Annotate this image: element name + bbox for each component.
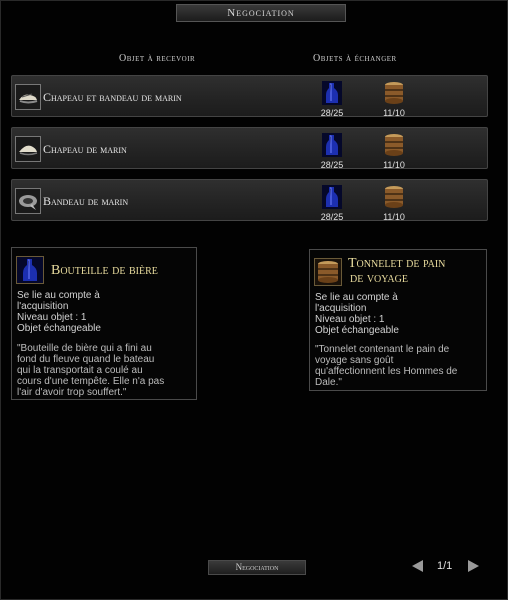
tooltip-description: "Bouteille de bière qui a fini au fond d… — [17, 343, 164, 398]
column-header-receive: Objet à recevoir — [119, 53, 196, 64]
tooltip-description: "Tonnelet contenant le pain de voyage sa… — [315, 344, 457, 388]
row-label: Bandeau de marin — [43, 194, 129, 208]
tooltip-line: l'acquisition — [17, 301, 69, 312]
tooltip-title-line: de voyage — [350, 271, 408, 286]
cost-count: 11/10 — [383, 212, 405, 222]
beer-bottle-icon — [321, 133, 343, 157]
tooltip-line: Se lie au compte à — [315, 292, 398, 303]
tooltip-line: Objet échangeable — [315, 325, 399, 336]
next-page-icon[interactable] — [468, 560, 479, 572]
window-title: Negociation — [176, 4, 346, 22]
cost-slot-bottle[interactable]: 28/25 — [318, 183, 348, 222]
cost-count: 11/10 — [383, 108, 405, 118]
tooltip-desc-line: l'air d'avoir trop souffert." — [17, 387, 127, 398]
previous-page-icon[interactable] — [412, 560, 423, 572]
tooltip-desc-line: fond du fleuve quand le bateau — [17, 354, 155, 365]
tooltip-bread-barrel: Tonnelet de pain de voyage Se lie au com… — [309, 249, 487, 391]
bread-barrel-icon — [383, 185, 405, 209]
cost-slot-barrel[interactable]: 11/10 — [380, 183, 410, 222]
beer-bottle-icon — [321, 185, 343, 209]
cost-count: 28/25 — [320, 160, 344, 170]
cost-slot-barrel[interactable]: 11/10 — [380, 79, 410, 118]
tooltip-line: Se lie au compte à — [17, 290, 100, 301]
column-header-exchange: Objets à échanger — [313, 53, 397, 64]
cost-count: 28/25 — [320, 212, 344, 222]
tooltip-desc-line: voyage sans goût — [315, 355, 394, 366]
beer-bottle-icon — [321, 81, 343, 105]
bandana-icon — [15, 188, 41, 214]
barter-window: Negociation Objet à recevoir Objets à éc… — [0, 0, 508, 600]
sailor-hat-icon — [15, 136, 41, 162]
cost-count: 11/10 — [383, 160, 405, 170]
tooltip-properties: Se lie au compte à l'acquisition Niveau … — [315, 292, 399, 336]
cost-count: 28/25 — [320, 108, 344, 118]
tooltip-properties: Se lie au compte à l'acquisition Niveau … — [17, 290, 101, 334]
tooltip-desc-line: qui la transportait a coulé au — [17, 365, 143, 376]
tooltip-line: Niveau objet : 1 — [315, 314, 385, 325]
cost-slot-barrel[interactable]: 11/10 — [380, 131, 410, 170]
tooltip-line: Niveau objet : 1 — [17, 312, 87, 323]
tooltip-desc-line: "Bouteille de bière qui a fini au — [17, 343, 152, 354]
tooltip-title-line: Tonnelet de pain — [348, 256, 446, 271]
tooltip-desc-line: "Tonnelet contenant le pain de — [315, 344, 450, 355]
tooltip-desc-line: qu'affectionnent les Hommes de — [315, 366, 458, 377]
barter-row-hat-and-bandana[interactable]: Chapeau et bandeau de marin 28/25 11/10 — [11, 75, 488, 118]
page-indicator: 1/1 — [437, 560, 453, 572]
beer-bottle-icon — [16, 256, 44, 284]
tooltip-beer-bottle: Bouteille de bière Se lie au compte à l'… — [11, 247, 197, 400]
tooltip-line: l'acquisition — [315, 303, 367, 314]
tooltip-title: Bouteille de bière — [51, 263, 158, 278]
bread-barrel-icon — [314, 258, 342, 286]
tooltip-desc-line: cours d'une tempête. Elle n'a pas — [17, 376, 165, 387]
tooltip-desc-line: Dale." — [315, 377, 342, 388]
tooltip-title: Tonnelet de pain de voyage — [348, 256, 445, 286]
bread-barrel-icon — [383, 133, 405, 157]
tooltip-line: Objet échangeable — [17, 323, 101, 334]
tab-negociation[interactable]: Negociation — [208, 560, 306, 575]
cost-slot-bottle[interactable]: 28/25 — [318, 131, 348, 170]
barter-row-bandana[interactable]: Bandeau de marin 28/25 11/10 — [11, 179, 488, 222]
barter-row-sailor-hat[interactable]: Chapeau de marin 28/25 11/10 — [11, 127, 488, 170]
cost-slot-bottle[interactable]: 28/25 — [318, 79, 348, 118]
row-label: Chapeau et bandeau de marin — [43, 90, 182, 104]
hat-and-bandana-icon — [15, 84, 41, 110]
row-label: Chapeau de marin — [43, 142, 127, 156]
bread-barrel-icon — [383, 81, 405, 105]
